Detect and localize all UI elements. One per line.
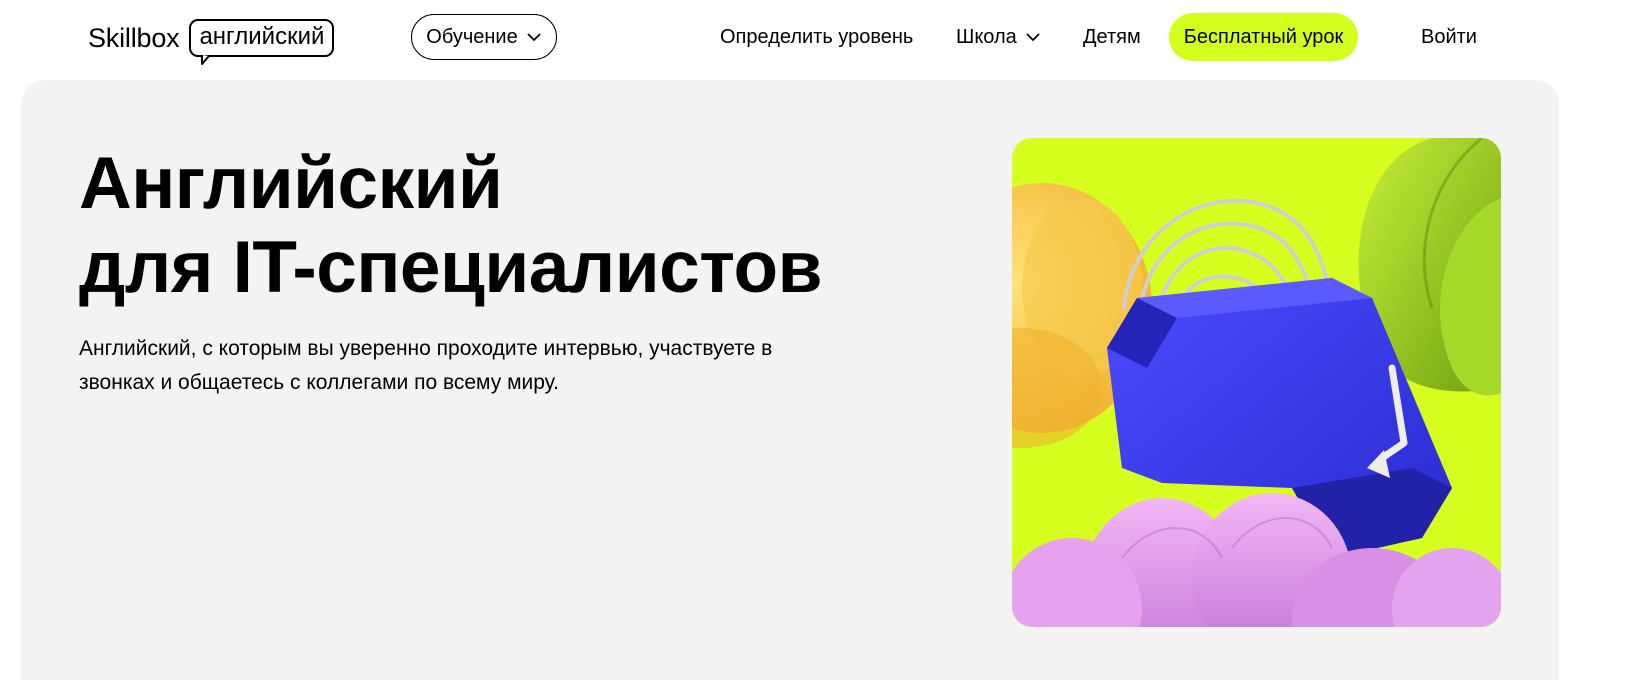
- page-title: Английский для IT-специалистов: [79, 143, 823, 308]
- login-link[interactable]: Войти: [1421, 25, 1477, 49]
- nav-school-menu[interactable]: Школа: [956, 25, 1041, 49]
- skillbox-english-logo[interactable]: Skillbox английский: [88, 18, 335, 65]
- enter-key-fingerprint-illustration: [1012, 138, 1501, 627]
- speech-bubble-tail-icon: [201, 55, 211, 65]
- hero-illustration: [1012, 138, 1501, 627]
- chevron-down-icon: [527, 33, 541, 42]
- logo-word: Skillbox: [88, 22, 180, 53]
- learning-menu-button[interactable]: Обучение: [411, 14, 557, 60]
- hero-section: Английский для IT-специалистов Английски…: [21, 80, 1559, 680]
- nav-kids[interactable]: Детям: [1083, 25, 1141, 49]
- free-lesson-label: Бесплатный урок: [1183, 25, 1344, 48]
- chevron-down-icon: [1026, 33, 1040, 42]
- nav-school-label: Школа: [956, 26, 1017, 48]
- logo-tag-bubble: английский: [189, 19, 335, 65]
- site-header: Skillbox английский Обучение Определить …: [0, 0, 1632, 80]
- logo-tag: английский: [199, 23, 325, 50]
- hero-subtitle: Английский, с которым вы уверенно проход…: [79, 337, 773, 394]
- nav-determine-level[interactable]: Определить уровень: [720, 25, 913, 49]
- free-lesson-button[interactable]: Бесплатный урок: [1169, 13, 1358, 61]
- learning-menu-label: Обучение: [426, 25, 518, 48]
